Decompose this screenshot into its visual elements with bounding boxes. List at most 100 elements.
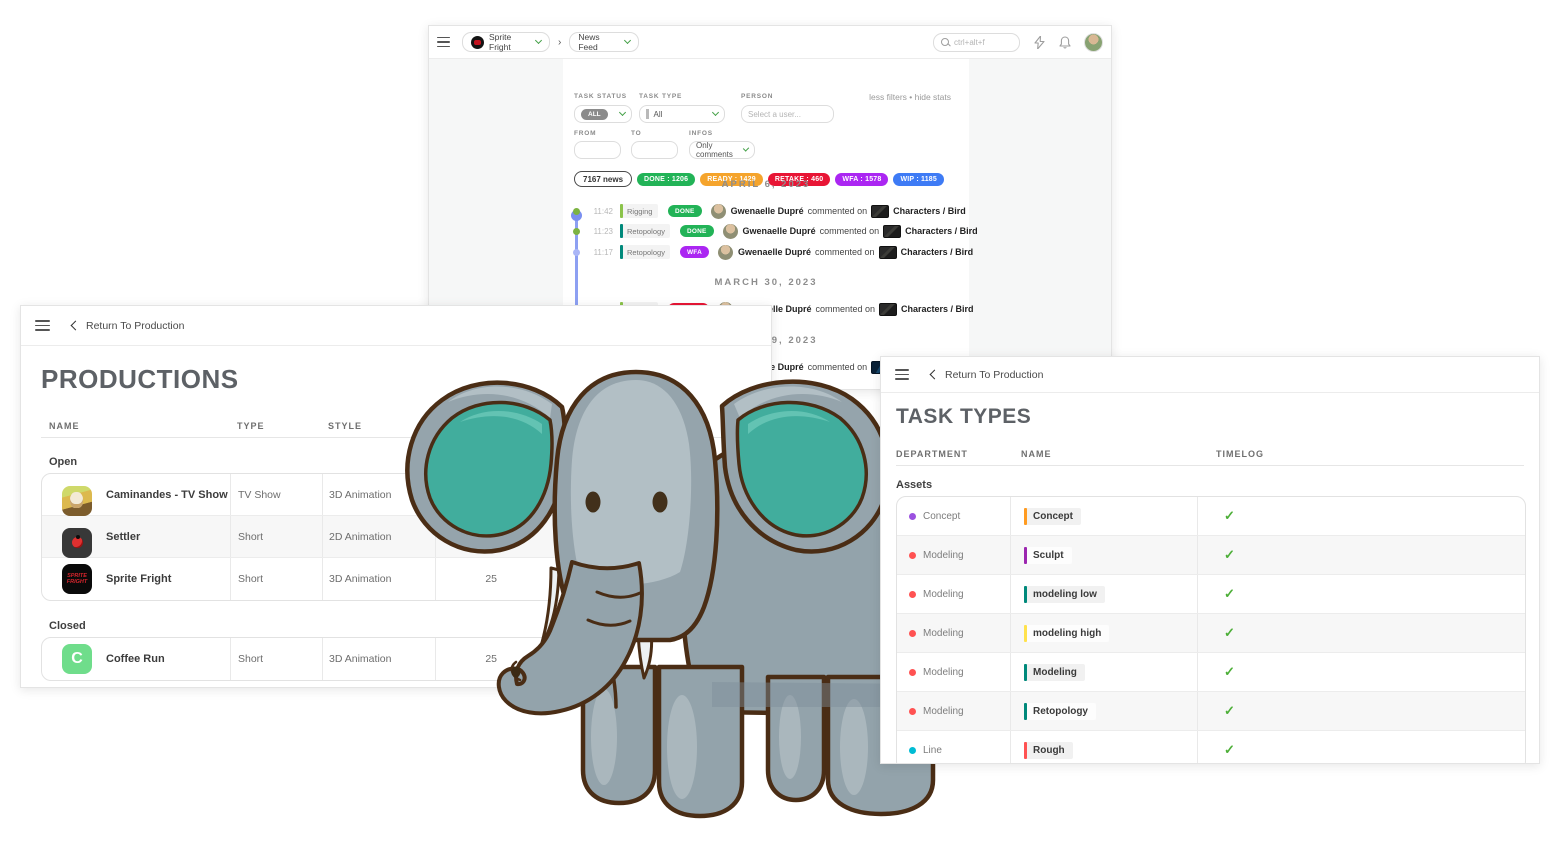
production-selector[interactable]: Sprite Fright xyxy=(462,32,550,52)
author-avatar xyxy=(711,204,726,219)
task-type-chip: Rigging xyxy=(620,204,658,218)
infos-label: INFOS xyxy=(689,130,713,137)
from-input[interactable] xyxy=(574,141,621,159)
timeline-dot xyxy=(573,249,580,256)
menu-icon[interactable] xyxy=(437,37,450,48)
page-selector[interactable]: News Feed xyxy=(569,32,639,52)
column-header-type: TYPE xyxy=(237,421,265,431)
department-dot xyxy=(909,591,916,598)
task-type-row[interactable]: Line Rough ✓ xyxy=(897,731,1525,764)
production-selector-value: Sprite Fright xyxy=(489,32,531,52)
news-item[interactable]: 11:23 Retopology DONE Gwenaelle Duprécom… xyxy=(589,223,978,239)
task-type-row[interactable]: Modeling Sculpt ✓ xyxy=(897,536,1525,575)
search-input[interactable]: ctrl+alt+f xyxy=(933,33,1020,52)
infos-select[interactable]: Only comments xyxy=(689,141,755,159)
task-type-chip: Retopology xyxy=(1024,703,1096,720)
search-placeholder: ctrl+alt+f xyxy=(954,38,985,47)
return-to-production-link[interactable]: Return To Production xyxy=(72,320,184,332)
news-time: 11:23 xyxy=(589,227,613,236)
task-type-select[interactable]: All xyxy=(639,105,725,123)
author-avatar xyxy=(723,224,738,239)
person-placeholder: Select a user... xyxy=(748,110,801,119)
menu-icon[interactable] xyxy=(35,320,50,331)
department-dot xyxy=(909,747,916,754)
productions-header: Return To Production xyxy=(21,306,771,346)
quick-actions-bolt-icon[interactable] xyxy=(1034,36,1045,49)
breadcrumb-separator-icon: › xyxy=(558,37,561,48)
task-type-row[interactable]: Modeling Retopology ✓ xyxy=(897,692,1525,731)
desktop: Sprite Fright › News Feed ctrl+alt+f T xyxy=(0,0,1557,850)
task-type-chip: Concept xyxy=(1024,508,1081,525)
task-type-row[interactable]: Modeling Modeling ✓ xyxy=(897,653,1525,692)
section-assets: Assets xyxy=(896,479,932,491)
to-label: TO xyxy=(631,130,642,137)
chevron-down-icon xyxy=(743,145,749,151)
task-type-row[interactable]: Modeling modeling high ✓ xyxy=(897,614,1525,653)
production-style: 3D Animation xyxy=(329,653,391,665)
department-name: Modeling xyxy=(923,628,964,639)
task-type-label: TASK TYPE xyxy=(639,93,682,100)
menu-icon[interactable] xyxy=(895,369,909,380)
task-type-chip: Retopology xyxy=(620,224,670,238)
production-name: Coffee Run xyxy=(106,653,165,665)
task-type-row[interactable]: Modeling modeling low ✓ xyxy=(897,575,1525,614)
department-name: Modeling xyxy=(923,706,964,717)
task-types-card: Concept Concept ✓ Modeling Sculpt ✓ Mode… xyxy=(896,496,1526,764)
chevron-down-icon xyxy=(624,37,631,44)
production-style: 2D Animation xyxy=(329,531,391,543)
department-dot xyxy=(909,513,916,520)
task-type-chip: Sculpt xyxy=(1024,547,1072,564)
department-dot xyxy=(909,669,916,676)
production-name: Sprite Fright xyxy=(106,573,171,585)
production-thumbnail xyxy=(62,486,92,516)
task-type-chip: modeling high xyxy=(1024,625,1109,642)
column-header-name: NAME xyxy=(49,421,80,431)
department-name: Concept xyxy=(923,511,960,522)
production-style: 3D Animation xyxy=(329,489,391,501)
status-pill: WFA xyxy=(680,246,709,258)
production-thumbnail: C xyxy=(62,644,92,674)
chevron-down-icon xyxy=(619,109,626,116)
news-text: Gwenaelle Duprécommented onCharacters / … xyxy=(743,225,978,238)
production-thumbnail: SPRITE FRIGHT xyxy=(62,564,92,594)
column-header-name: NAME xyxy=(1021,449,1052,459)
news-item[interactable]: 11:42 Rigging DONE Gwenaelle Duprécommen… xyxy=(589,203,966,219)
news-topbar: Sprite Fright › News Feed ctrl+alt+f xyxy=(429,26,1111,59)
person-input[interactable]: Select a user... xyxy=(741,105,834,123)
production-logo-icon xyxy=(471,36,484,49)
task-types-window: Return To Production TASK TYPES DEPARTME… xyxy=(880,356,1540,764)
department-dot xyxy=(909,552,916,559)
notifications-bell-icon[interactable] xyxy=(1059,36,1071,49)
user-avatar[interactable] xyxy=(1084,33,1103,52)
news-item[interactable]: 11:17 Retopology WFA Gwenaelle Duprécomm… xyxy=(589,244,973,260)
chevron-down-icon xyxy=(535,37,542,44)
task-status-select[interactable]: ALL xyxy=(574,105,632,123)
task-types-header: Return To Production xyxy=(881,357,1539,393)
timelog-check-icon: ✓ xyxy=(1224,586,1235,602)
from-label: FROM xyxy=(574,130,596,137)
department-name: Modeling xyxy=(923,589,964,600)
back-chevron-icon xyxy=(71,321,81,331)
timelog-check-icon: ✓ xyxy=(1224,508,1235,524)
chevron-down-icon xyxy=(712,109,719,116)
timelog-check-icon: ✓ xyxy=(1224,625,1235,641)
section-closed: Closed xyxy=(49,620,86,632)
less-filters-link[interactable]: less filters • hide stats xyxy=(869,92,951,102)
timeline-dot xyxy=(573,228,580,235)
news-text: Gwenaelle Duprécommented onCharacters / … xyxy=(738,246,973,259)
task-type-color-bar xyxy=(646,109,649,119)
elephant-illustration xyxy=(392,362,962,822)
page-selector-value: News Feed xyxy=(578,32,620,52)
news-time: 11:17 xyxy=(589,248,613,257)
search-icon xyxy=(941,38,949,46)
return-to-production-link[interactable]: Return To Production xyxy=(931,369,1043,381)
infos-value: Only comments xyxy=(696,141,739,159)
task-type-row[interactable]: Concept Concept ✓ xyxy=(897,497,1525,536)
department-name: Line xyxy=(923,745,942,756)
timelog-check-icon: ✓ xyxy=(1224,547,1235,563)
news-text: Gwenaelle Duprécommented onCharacters / … xyxy=(738,303,973,316)
column-header-style: STYLE xyxy=(328,421,362,431)
to-input[interactable] xyxy=(631,141,678,159)
department-name: Modeling xyxy=(923,550,964,561)
task-status-value: ALL xyxy=(581,109,608,120)
